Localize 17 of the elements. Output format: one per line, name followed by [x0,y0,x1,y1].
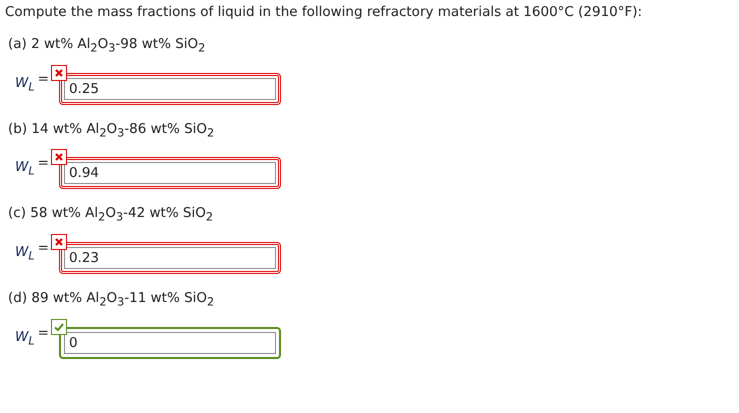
variable-label: W$_{L}$ [15,244,35,263]
answer-field[interactable]: 0.94 [58,157,281,190]
answer-field[interactable]: 0.23 [58,242,281,274]
answer-field[interactable]: 0.25 [58,72,281,105]
equals-sign: = [38,324,49,341]
equals-sign: = [38,70,49,87]
question-text: Compute the mass fractions of liquid in the following refractory materials at 1600°C (2910°F): [5,4,644,20]
answer-field[interactable]: 0 [58,326,281,359]
variable-label: W$_{L}$ [15,159,35,178]
equals-sign: = [38,240,49,256]
variable-label: W$_{L}$ [15,74,35,94]
part-label: (a) 2 wt% Al$_{2}$O$_{3}$-98 wt% SiO$_{2}$ [8,36,206,55]
part-label: (d) 89 wt% Al$_{2}$O$_{3}$-11 wt% SiO$_{2}$ [8,290,216,309]
part-label: (c) 58 wt% Al$_{2}$O$_{3}$-42 wt% SiO$_{2}$ [8,205,214,224]
equals-sign: = [38,155,49,172]
part-label: (b) 14 wt% Al$_{2}$O$_{3}$-86 wt% SiO$_{2}$ [8,120,216,140]
variable-label: W$_{L}$ [15,328,35,348]
